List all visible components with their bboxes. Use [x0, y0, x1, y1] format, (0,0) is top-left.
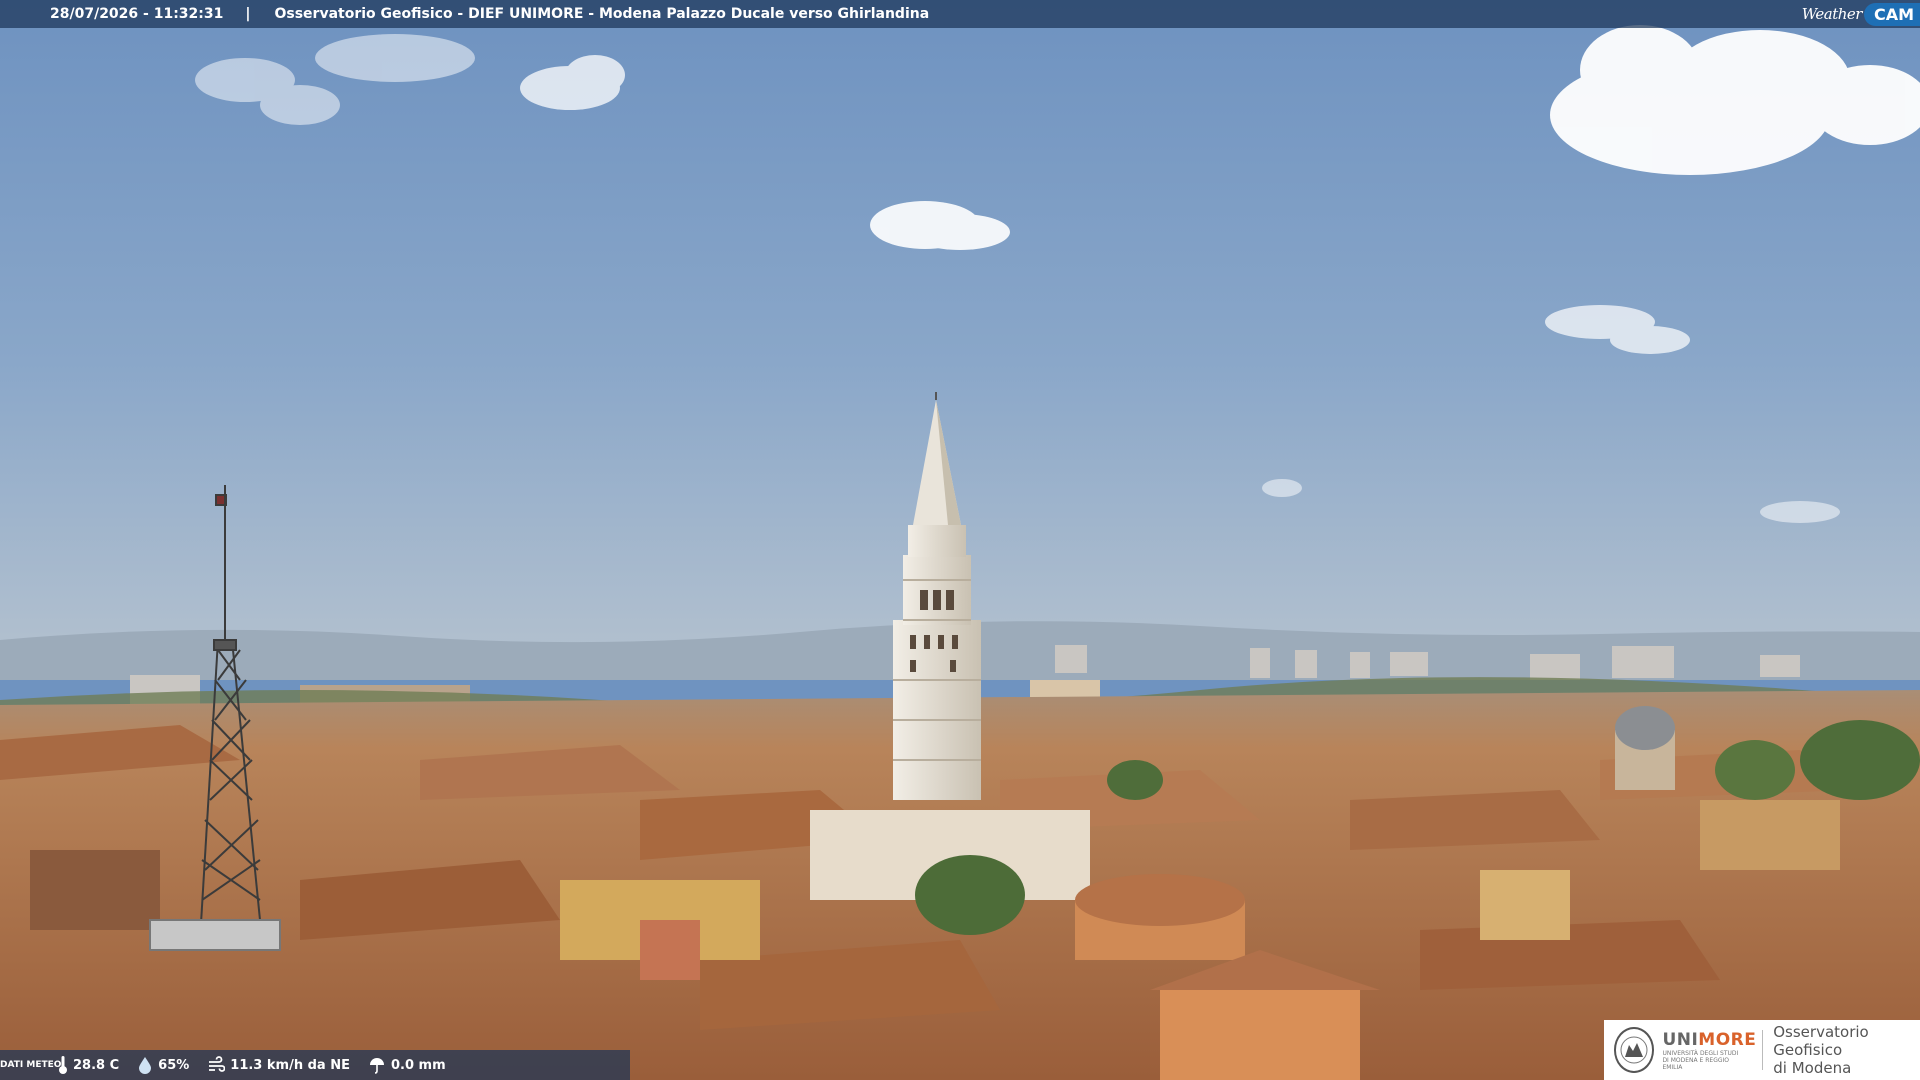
humidity-drop-icon — [139, 1057, 152, 1074]
timestamp: 28/07/2026 - 11:32:31 — [50, 6, 224, 22]
dati-meteo-label: DATI METEO — [0, 1060, 62, 1070]
weather-logo-text: Weather — [1801, 5, 1863, 23]
temperature-value: 28.8 C — [73, 1057, 120, 1073]
logo-divider — [1762, 1030, 1764, 1070]
unimore-subtitle: UNIVERSITÀ DEGLI STUDI DI MODENA E REGGI… — [1662, 1049, 1739, 1071]
temperature-readout: 28.8 C — [58, 1055, 119, 1075]
header-bar: 28/07/2026 - 11:32:31 | Osservatorio Geo… — [0, 0, 1920, 28]
weathercam-logo: Weather CAM — [1802, 0, 1920, 28]
rain-icon — [369, 1058, 384, 1074]
wind-icon — [209, 1056, 226, 1072]
unimore-name: UNIMORE — [1662, 1029, 1757, 1050]
wind-readout: 11.3 km/h da NE — [207, 1056, 350, 1074]
observatory-name: Osservatorio Geofisico di Modena — [1773, 1023, 1869, 1077]
rain-value: 0.0 mm — [390, 1057, 446, 1073]
university-seal-icon — [1614, 1027, 1655, 1073]
separator: | — [245, 6, 251, 22]
institution-logo: UNIMORE UNIVERSITÀ DEGLI STUDI DI MODENA… — [1604, 1020, 1920, 1080]
cam-logo-text: CAM — [1863, 2, 1920, 26]
weather-bar: DATI METEO 28.8 C 65% 11.3 km/h da NE 0.… — [0, 1050, 630, 1080]
city-panorama — [0, 0, 1920, 1080]
webcam-image — [0, 0, 1920, 1080]
wind-value: 11.3 km/h da NE — [230, 1057, 350, 1073]
camera-title: Osservatorio Geofisico - DIEF UNIMORE - … — [274, 6, 930, 22]
humidity-readout: 65% — [137, 1056, 189, 1074]
unimore-block: UNIMORE UNIVERSITÀ DEGLI STUDI DI MODENA… — [1662, 1030, 1756, 1071]
humidity-value: 65% — [158, 1057, 190, 1073]
rain-readout: 0.0 mm — [368, 1056, 446, 1074]
thermometer-icon — [59, 1056, 67, 1074]
